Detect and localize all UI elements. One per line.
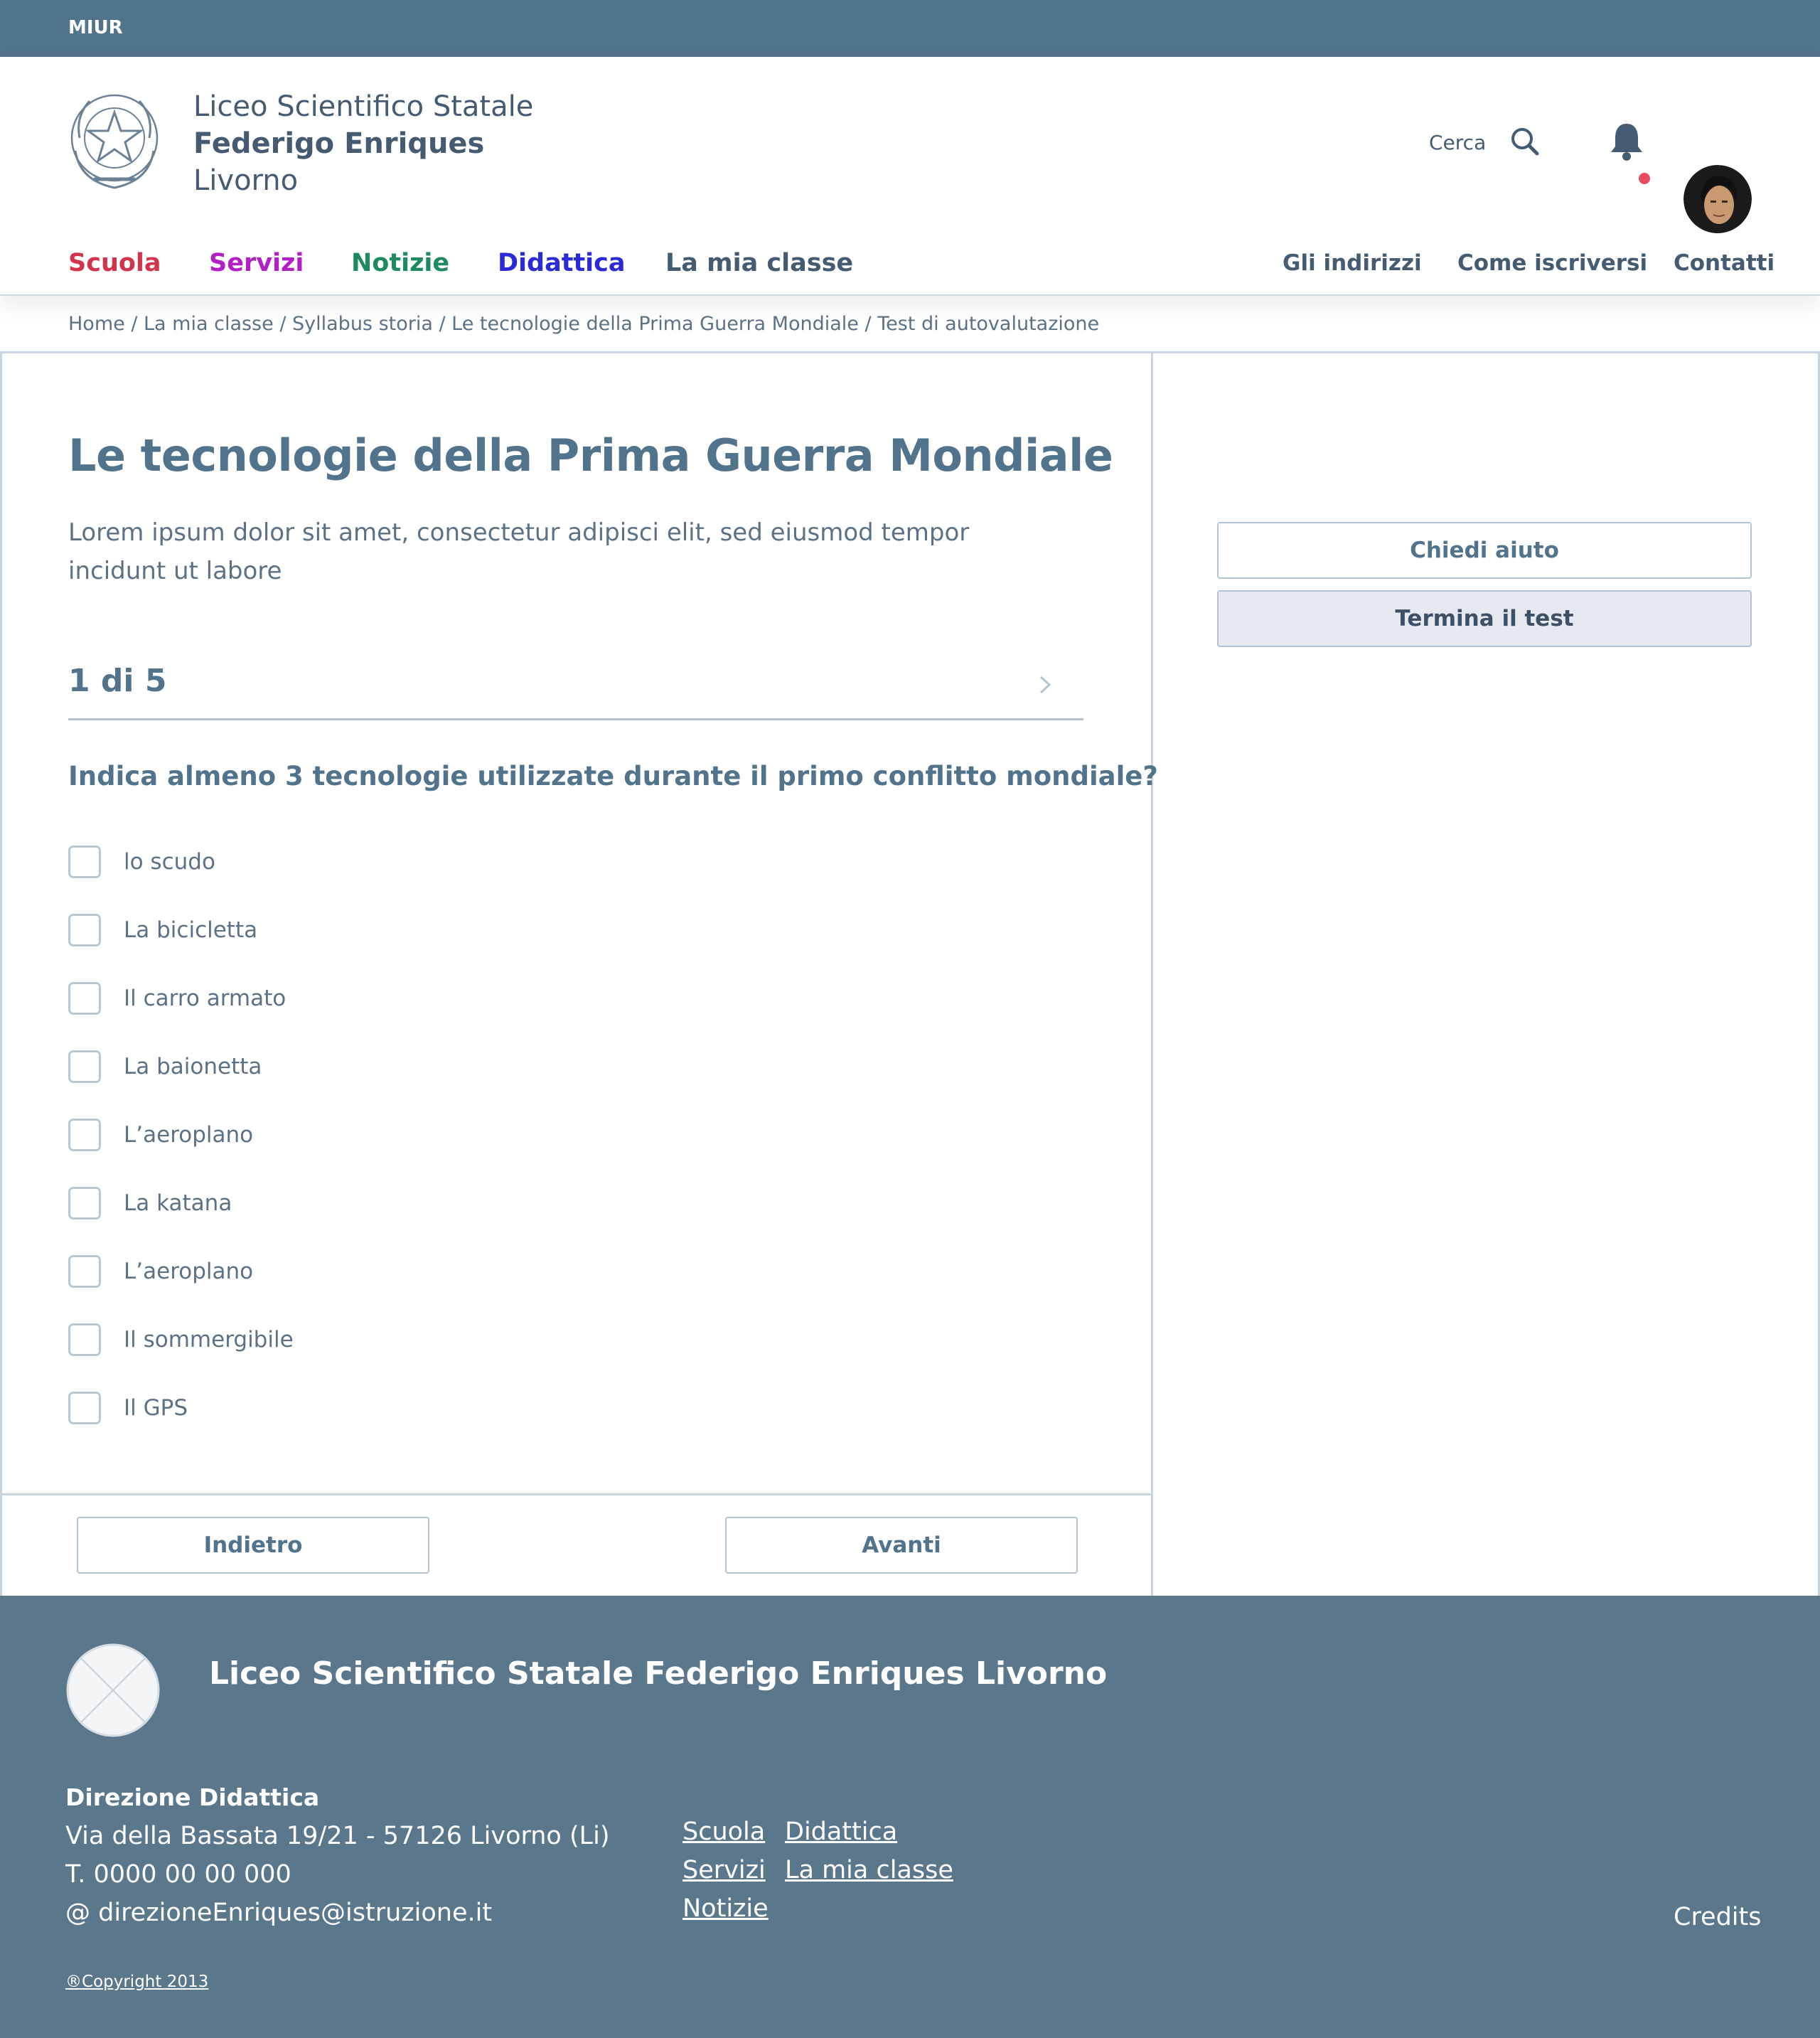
search-icon[interactable] [1507,124,1543,159]
option-checkbox[interactable] [68,1323,101,1356]
option-label: La bicicletta [124,917,258,943]
option-checkbox[interactable] [68,1050,101,1083]
option-checkbox[interactable] [68,845,101,878]
option-label: lo scudo [124,849,215,875]
footer-link-didattica[interactable]: Didattica [785,1818,897,1846]
bell-icon[interactable] [1608,119,1645,164]
option-checkbox[interactable] [68,1255,101,1288]
next-button[interactable]: Avanti [725,1517,1078,1574]
option-item[interactable]: Il sommergibile [68,1323,294,1356]
nav-scuola[interactable]: Scuola [68,249,161,277]
nav-come-iscriversi[interactable]: Come iscriversi [1457,250,1647,276]
option-item[interactable]: Il carro armato [68,982,286,1015]
miur-label[interactable]: MIUR [68,17,123,38]
option-label: Il carro armato [124,986,287,1011]
ask-help-button[interactable]: Chiedi aiuto [1217,522,1752,579]
option-checkbox[interactable] [68,1187,101,1220]
option-label: La baionetta [124,1054,262,1079]
back-button[interactable]: Indietro [77,1517,429,1574]
breadcrumb-current: Test di autovalutazione [877,313,1100,335]
option-checkbox[interactable] [68,914,101,946]
column-divider [1151,351,1153,1596]
option-item[interactable]: La baionetta [68,1050,262,1083]
breadcrumb: Home / La mia classe / Syllabus storia /… [68,313,1100,335]
footer-address: Via della Bassata 19/21 - 57126 Livorno … [65,1822,610,1850]
notification-dot [1639,173,1650,184]
search-label[interactable]: Cerca [1429,131,1486,154]
school-name-line3: Livorno [193,164,299,197]
site-footer: Liceo Scientifico Statale Federigo Enriq… [0,1596,1820,2038]
nav-la-mia-classe[interactable]: La mia classe [665,249,853,277]
footer-email[interactable]: @ direzioneEnriques@istruzione.it [65,1899,492,1927]
nav-didattica[interactable]: Didattica [498,249,626,277]
department-title: Direzione Didattica [65,1783,320,1811]
option-label: L’aeroplano [124,1122,254,1148]
footer-link-servizi[interactable]: Servizi [682,1856,766,1884]
option-label: Il sommergibile [124,1327,294,1353]
avatar[interactable] [1684,165,1752,233]
page-description: Lorem ipsum dolor sit amet, consectetur … [68,518,970,585]
nav-gli-indirizzi[interactable]: Gli indirizzi [1283,250,1422,276]
breadcrumb-syllabus-storia[interactable]: Syllabus storia [292,313,433,335]
option-checkbox[interactable] [68,982,101,1015]
footer-title: Liceo Scientifico Statale Federigo Enriq… [209,1655,1108,1692]
nav-notizie[interactable]: Notizie [351,249,449,277]
footer-phone: T. 0000 00 00 000 [65,1860,291,1889]
breadcrumb-la-mia-classe[interactable]: La mia classe [144,313,274,335]
step-counter: 1 di 5 [68,663,167,699]
breadcrumb-lesson[interactable]: Le tecnologie della Prima Guerra Mondial… [451,313,859,335]
option-label: La katana [124,1190,232,1216]
chevron-right-icon[interactable] [1037,673,1054,697]
footer-link-scuola[interactable]: Scuola [682,1818,765,1846]
option-item[interactable]: La katana [68,1187,232,1220]
credits-link[interactable]: Credits [1674,1903,1762,1931]
top-bar: MIUR [0,0,1820,57]
question-text: Indica almeno 3 tecnologie utilizzate du… [68,761,1158,791]
option-item[interactable]: L’aeroplano [68,1255,253,1288]
nav-contatti[interactable]: Contatti [1674,250,1774,276]
copyright-link[interactable]: ®Copyright 2013 [65,1973,208,1991]
end-test-button[interactable]: Termina il test [1217,590,1752,647]
option-checkbox[interactable] [68,1392,101,1424]
nav-servizi[interactable]: Servizi [209,249,304,277]
emblem-icon[interactable] [65,88,164,195]
option-item[interactable]: La bicicletta [68,914,257,946]
option-label: L’aeroplano [124,1259,254,1284]
pager-divider [0,1493,1152,1495]
school-name-line2: Federigo Enriques [193,127,485,160]
footer-link-la-mia-classe[interactable]: La mia classe [785,1856,953,1884]
option-checkbox[interactable] [68,1119,101,1151]
option-item[interactable]: Il GPS [68,1392,188,1424]
footer-link-notizie[interactable]: Notizie [682,1894,769,1923]
logo-placeholder-icon [66,1643,160,1737]
page-title: Le tecnologie della Prima Guerra Mondial… [68,430,1113,481]
option-item[interactable]: lo scudo [68,845,215,878]
school-name[interactable]: Liceo Scientifico Statale Federigo Enriq… [193,88,533,199]
option-label: Il GPS [124,1395,188,1421]
school-name-line1: Liceo Scientifico Statale [193,90,534,123]
breadcrumb-home[interactable]: Home [68,313,125,335]
option-item[interactable]: L’aeroplano [68,1119,253,1151]
step-divider [68,718,1083,720]
